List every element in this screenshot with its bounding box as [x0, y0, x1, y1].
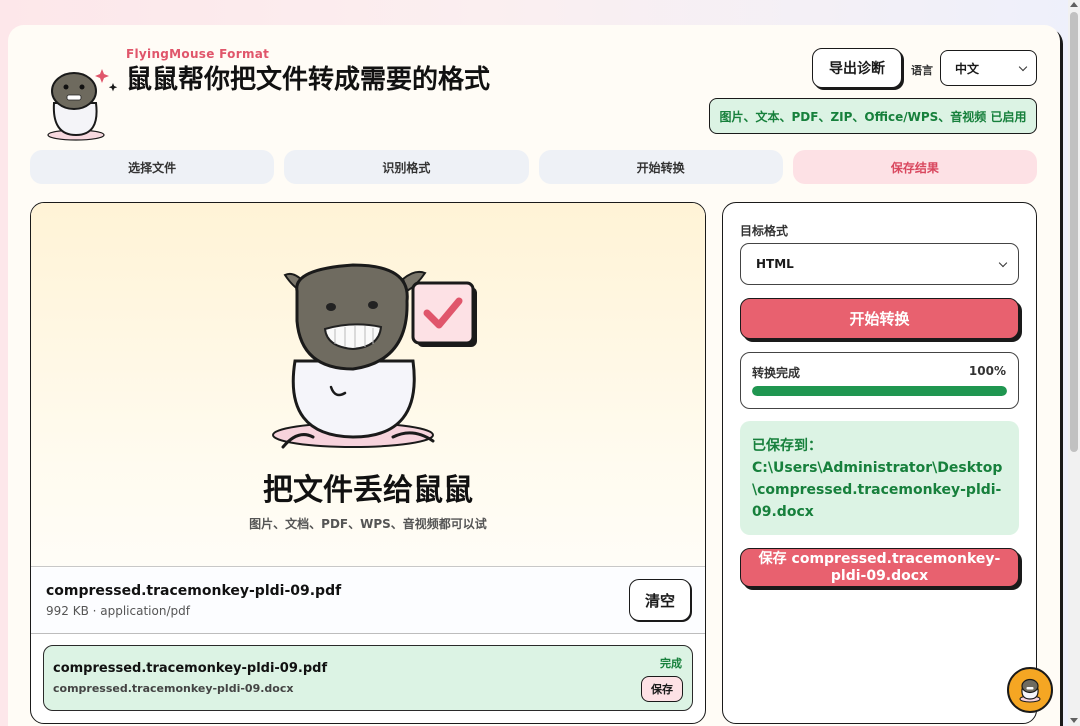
start-convert-button[interactable]: 开始转换: [740, 298, 1019, 339]
step-save-result[interactable]: 保存结果: [792, 150, 1037, 184]
progress-percent: 100%: [968, 364, 1006, 378]
result-status-badge: 完成: [660, 657, 682, 670]
chevron-down-icon: [998, 258, 1008, 267]
target-format-select[interactable]: HTML: [740, 243, 1019, 285]
progress-label: 转换完成: [752, 366, 801, 380]
file-panel: 把文件丢给鼠鼠 图片、文档、PDF、WPS、音视频都可以试 compressed…: [30, 202, 706, 724]
mascot-logo-icon: [47, 69, 118, 141]
result-output-name: compressed.tracemonkey-pldi-09.docx: [53, 682, 294, 695]
language-value: 中文: [955, 61, 980, 76]
progress-bar: [752, 386, 1007, 396]
mascot-icon: [1019, 678, 1041, 703]
floating-mascot-button[interactable]: [1007, 667, 1053, 713]
chevron-down-icon: [1018, 62, 1028, 71]
mascot-illustration-icon: [272, 263, 477, 449]
result-save-button[interactable]: 保存: [641, 676, 683, 702]
app-window: FlyingMouse Format 鼠鼠帮你把文件转成需要的格式 导出诊断 语…: [8, 25, 1060, 726]
progress-card: 转换完成 100%: [740, 352, 1019, 409]
page-scrollbar[interactable]: [1068, 0, 1080, 726]
language-label: 语言: [911, 64, 933, 77]
saved-to-label: 已保存到：: [752, 438, 822, 454]
export-diagnostics-button[interactable]: 导出诊断: [812, 48, 902, 88]
scroll-up-icon[interactable]: [1070, 2, 1078, 7]
brand-name: FlyingMouse Format: [126, 47, 270, 61]
drop-title: 把文件丢给鼠鼠: [263, 473, 473, 508]
clear-button[interactable]: 清空: [629, 579, 691, 621]
page-title: 鼠鼠帮你把文件转成需要的格式: [126, 65, 491, 95]
enabled-formats-badge: 图片、文本、PDF、ZIP、Office/WPS、音视频 已启用: [709, 98, 1037, 134]
scroll-down-icon[interactable]: [1070, 718, 1078, 723]
target-format-label: 目标格式: [740, 224, 789, 238]
saved-path: C:\Users\Administrator\Desktop\compresse…: [752, 460, 1003, 520]
step-select-file[interactable]: 选择文件: [30, 150, 275, 184]
selected-file-name: compressed.tracemonkey-pldi-09.pdf: [46, 583, 342, 599]
result-source-name: compressed.tracemonkey-pldi-09.pdf: [53, 661, 328, 676]
language-select[interactable]: 中文: [940, 50, 1037, 86]
save-file-button[interactable]: 保存 compressed.tracemonkey-pldi-09.docx: [740, 548, 1019, 587]
target-format-value: HTML: [756, 257, 794, 271]
file-drop-zone[interactable]: 把文件丢给鼠鼠 图片、文档、PDF、WPS、音视频都可以试: [31, 203, 705, 567]
step-detect-format[interactable]: 识别格式: [284, 150, 529, 184]
selected-file-meta: 992 KB · application/pdf: [46, 604, 190, 618]
saved-location-card: 已保存到： C:\Users\Administrator\Desktop\com…: [740, 421, 1019, 535]
step-start-convert[interactable]: 开始转换: [538, 150, 783, 184]
convert-panel: 目标格式 HTML 开始转换 转换完成 100% 已保存到： C:\Users\…: [722, 202, 1037, 724]
step-tabs: 选择文件 识别格式 开始转换 保存结果: [30, 150, 1037, 184]
conversion-result-item: compressed.tracemonkey-pldi-09.pdf compr…: [43, 645, 693, 711]
drop-subtitle: 图片、文档、PDF、WPS、音视频都可以试: [249, 517, 487, 531]
selected-file-row: compressed.tracemonkey-pldi-09.pdf 992 K…: [31, 568, 705, 634]
progress-bar-fill: [752, 386, 1007, 396]
scroll-thumb[interactable]: [1070, 12, 1078, 452]
